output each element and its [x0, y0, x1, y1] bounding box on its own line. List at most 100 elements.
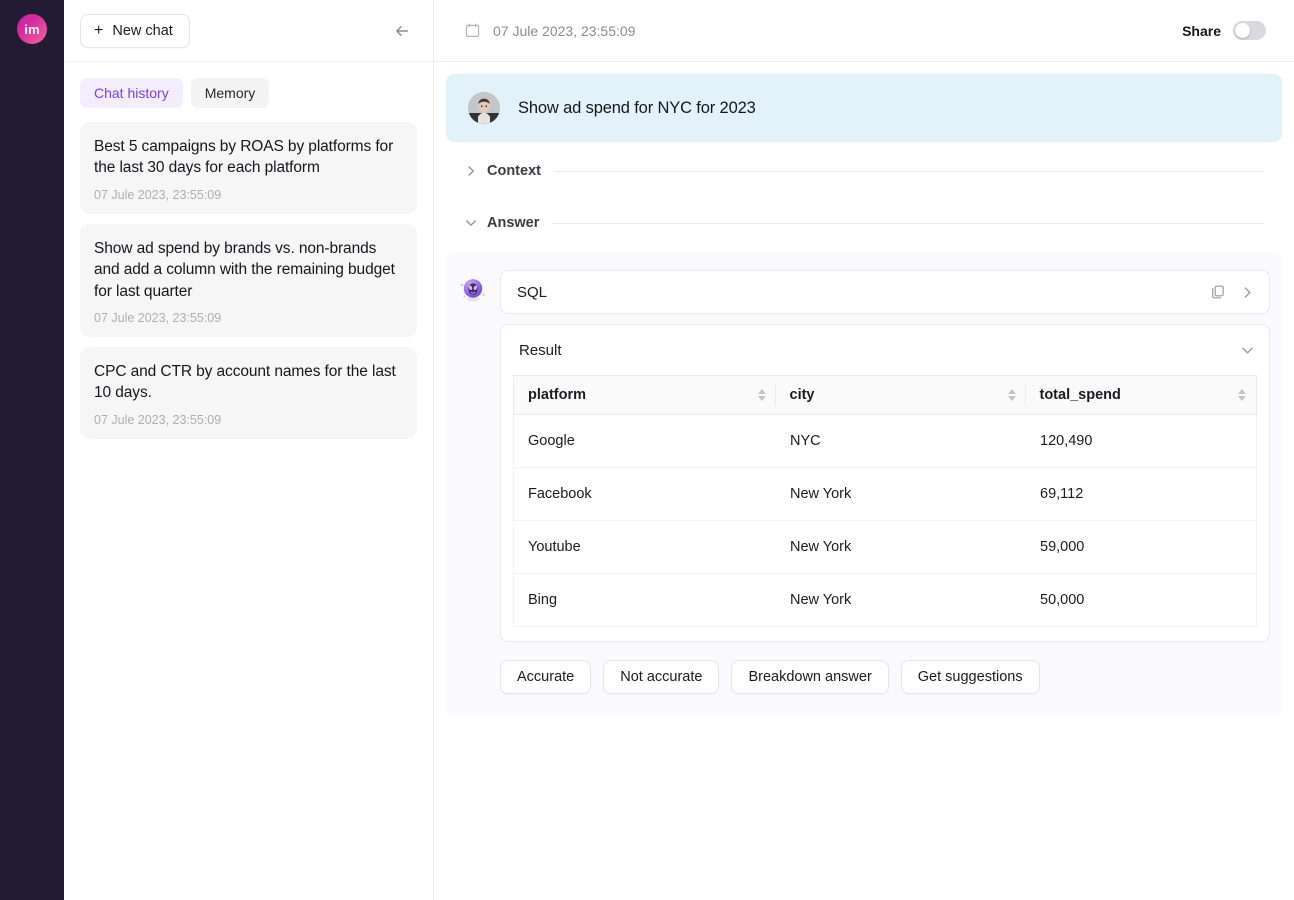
chat-item-timestamp: 07 Jule 2023, 23:55:09	[94, 188, 403, 202]
column-header-city-label: city	[790, 387, 815, 403]
chevron-down-icon	[464, 216, 478, 230]
tab-chat-history[interactable]: Chat history	[80, 78, 183, 108]
get-suggestions-button[interactable]: Get suggestions	[901, 660, 1040, 694]
result-table: platform	[513, 375, 1257, 627]
result-title: Result	[519, 342, 562, 359]
cell-city: New York	[776, 574, 1026, 627]
cell-platform: Google	[514, 415, 776, 468]
breakdown-answer-button[interactable]: Breakdown answer	[731, 660, 888, 694]
app-logo[interactable]: im	[17, 14, 47, 44]
chat-sidebar: + New chat Chat history Memory Best 5 ca…	[64, 0, 434, 900]
cell-total-spend: 59,000	[1026, 521, 1257, 574]
sql-label: SQL	[517, 284, 547, 301]
answer-card: SQL	[446, 252, 1282, 716]
tab-memory[interactable]: Memory	[191, 78, 270, 108]
cell-platform: Bing	[514, 574, 776, 627]
conversation-body: Show ad spend for NYC for 2023 Context A…	[434, 62, 1294, 900]
chevron-down-icon	[1240, 343, 1255, 358]
caret-down-icon	[1238, 396, 1246, 401]
new-chat-label: New chat	[112, 23, 172, 39]
chat-history-list: Best 5 campaigns by ROAS by platforms fo…	[64, 118, 433, 455]
user-message: Show ad spend for NYC for 2023	[446, 74, 1282, 142]
answer-actions: Accurate Not accurate Breakdown answer G…	[500, 660, 1270, 694]
section-context[interactable]: Context	[434, 148, 1294, 194]
section-answer[interactable]: Answer	[434, 200, 1294, 246]
copy-icon	[1210, 284, 1226, 300]
accurate-button[interactable]: Accurate	[500, 660, 591, 694]
sql-actions	[1210, 284, 1255, 300]
chat-item-title: CPC and CTR by account names for the las…	[94, 361, 403, 404]
cell-platform: Facebook	[514, 468, 776, 521]
chevron-right-icon	[464, 164, 478, 178]
cell-total-spend: 120,490	[1026, 415, 1257, 468]
chat-item-timestamp: 07 Jule 2023, 23:55:09	[94, 413, 403, 427]
result-header: Result	[501, 325, 1269, 375]
sort-icon[interactable]	[1008, 389, 1016, 401]
share-toggle[interactable]	[1233, 21, 1266, 40]
share-label: Share	[1182, 23, 1221, 39]
ai-avatar	[458, 275, 488, 305]
share-toggle-knob	[1235, 23, 1250, 38]
share-control: Share	[1182, 21, 1266, 40]
chat-item-timestamp: 07 Jule 2023, 23:55:09	[94, 311, 403, 325]
table-row: Google NYC 120,490	[514, 415, 1257, 468]
calendar-icon	[464, 22, 481, 39]
column-header-platform-label: platform	[528, 387, 586, 403]
new-chat-button[interactable]: + New chat	[80, 14, 190, 48]
section-answer-label: Answer	[487, 215, 539, 231]
copy-sql-button[interactable]	[1210, 284, 1226, 300]
sql-box[interactable]: SQL	[500, 270, 1270, 314]
chat-item-title: Show ad spend by brands vs. non-brands a…	[94, 238, 403, 302]
caret-up-icon	[1238, 389, 1246, 394]
expand-sql-button[interactable]	[1240, 285, 1255, 300]
caret-up-icon	[1008, 389, 1016, 394]
chat-item-title: Best 5 campaigns by ROAS by platforms fo…	[94, 136, 403, 179]
column-header-city[interactable]: city	[776, 376, 1026, 415]
column-header-total-spend[interactable]: total_spend	[1026, 376, 1257, 415]
sort-icon[interactable]	[758, 389, 766, 401]
list-item[interactable]: Best 5 campaigns by ROAS by platforms fo…	[80, 122, 417, 214]
arrow-left-icon	[393, 22, 411, 40]
date-text: 07 Jule 2023, 23:55:09	[493, 23, 635, 39]
cell-total-spend: 69,112	[1026, 468, 1257, 521]
cell-city: New York	[776, 521, 1026, 574]
caret-down-icon	[1008, 396, 1016, 401]
caret-down-icon	[758, 396, 766, 401]
avatar	[468, 92, 500, 124]
section-context-label: Context	[487, 163, 541, 179]
cell-city: NYC	[776, 415, 1026, 468]
user-photo-avatar	[468, 92, 500, 124]
column-header-total-spend-label: total_spend	[1040, 387, 1121, 403]
table-body: Google NYC 120,490 Facebook New York 69,…	[514, 415, 1257, 627]
cell-city: New York	[776, 468, 1026, 521]
list-item[interactable]: CPC and CTR by account names for the las…	[80, 347, 417, 439]
sort-icon[interactable]	[1238, 389, 1246, 401]
sql-row: SQL	[458, 270, 1270, 314]
sidebar-tabs: Chat history Memory	[64, 62, 433, 118]
table-row: Bing New York 50,000	[514, 574, 1257, 627]
not-accurate-button[interactable]: Not accurate	[603, 660, 719, 694]
collapse-result-button[interactable]	[1240, 343, 1255, 358]
main-header: 07 Jule 2023, 23:55:09 Share	[434, 0, 1294, 62]
tab-memory-label: Memory	[205, 85, 256, 101]
conversation-date: 07 Jule 2023, 23:55:09	[464, 22, 635, 39]
list-item[interactable]: Show ad spend by brands vs. non-brands a…	[80, 224, 417, 337]
chevron-right-icon	[1240, 285, 1255, 300]
tab-chat-history-label: Chat history	[94, 85, 169, 101]
caret-up-icon	[758, 389, 766, 394]
main-content: 07 Jule 2023, 23:55:09 Share	[434, 0, 1294, 900]
result-card: Result platform	[500, 324, 1270, 642]
user-message-text: Show ad spend for NYC for 2023	[518, 99, 756, 118]
table-row: Youtube New York 59,000	[514, 521, 1257, 574]
divider	[552, 223, 1264, 224]
column-header-platform[interactable]: platform	[514, 376, 776, 415]
app-root: im + New chat Chat history Memory	[0, 0, 1294, 900]
alien-avatar-icon	[458, 275, 488, 305]
cell-total-spend: 50,000	[1026, 574, 1257, 627]
sidebar-toolbar: + New chat	[64, 0, 433, 62]
plus-icon: +	[94, 23, 103, 39]
collapse-sidebar-button[interactable]	[387, 16, 417, 46]
app-logo-text: im	[24, 22, 40, 37]
cell-platform: Youtube	[514, 521, 776, 574]
divider	[554, 171, 1264, 172]
